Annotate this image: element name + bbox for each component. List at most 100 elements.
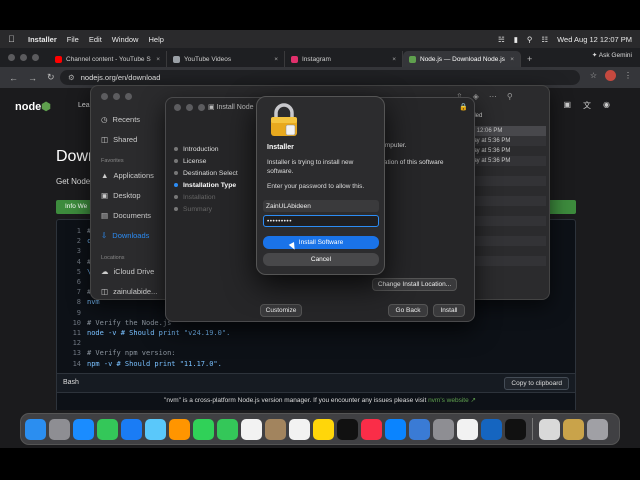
apple-icon[interactable]:  (8, 34, 20, 44)
battery-icon[interactable]: ▮ (514, 35, 518, 44)
button-label: Customize (265, 307, 297, 314)
list-item[interactable]: day at 5:36 PM (466, 156, 546, 166)
search-icon[interactable]: ⚲ (527, 35, 533, 44)
cancel-button[interactable]: Cancel (263, 253, 379, 266)
sidebar-item-desktop[interactable]: ▣ Desktop (101, 191, 141, 200)
sidebar-item-documents[interactable]: ▤ Documents (101, 211, 151, 220)
tab-youtube-studio[interactable]: Channel content - YouTube S × (49, 51, 167, 67)
step-installation: Installation (174, 191, 238, 203)
system-settings-icon[interactable] (433, 418, 454, 440)
launchpad-icon[interactable] (49, 418, 70, 440)
tab-nodejs[interactable]: Node.js — Download Node.js × (403, 51, 521, 67)
step-dot (174, 171, 178, 175)
shell-select[interactable]: Bash (63, 379, 79, 386)
nvm-website-link[interactable]: nvm's website ↗ (428, 397, 476, 404)
sidebar-item-icloud[interactable]: ☁ iCloud Drive (101, 267, 154, 276)
install-software-button[interactable]: Install Software (263, 236, 379, 249)
finder-icon[interactable] (25, 418, 46, 440)
music-icon[interactable] (361, 418, 382, 440)
mail-icon[interactable] (121, 418, 142, 440)
code-footer: Bash Copy to clipboard (56, 373, 576, 393)
list-item[interactable]: day at 5:36 PM (466, 136, 546, 146)
close-window-button[interactable] (8, 54, 15, 61)
installer-app-icon[interactable] (539, 418, 560, 440)
messages-icon[interactable] (97, 418, 118, 440)
tab-youtube-videos[interactable]: YouTube Videos × (167, 51, 285, 67)
finder-search-icon[interactable]: ⚲ (507, 92, 513, 101)
username-field[interactable]: ZainULAbideen (263, 200, 379, 212)
menubar-clock[interactable]: Wed Aug 12 12:07 PM (557, 35, 632, 44)
close-tab-icon[interactable]: × (392, 56, 396, 63)
sidebar-item-applications[interactable]: ▲ Applications (101, 171, 154, 180)
ask-gemini-button[interactable]: ✦ Ask Gemini (592, 51, 632, 59)
monitor-icon[interactable]: ▣ (563, 100, 571, 111)
zoom-window-button[interactable] (32, 54, 39, 61)
list-item[interactable]: at 12:06 PM (466, 126, 546, 136)
finder-zoom-button[interactable] (125, 93, 132, 100)
installer-close-button[interactable] (174, 104, 181, 111)
profile-avatar[interactable] (605, 70, 616, 81)
nodejs-logo[interactable]: node⬢ (15, 100, 51, 113)
capcut-icon[interactable] (505, 418, 526, 440)
app-store-icon[interactable] (385, 418, 406, 440)
go-back-button[interactable]: Go Back (388, 304, 428, 317)
nodejs-icon (409, 55, 416, 63)
code-text: npm -v # Should print "11.17.0". (87, 359, 222, 368)
nav-learn-link[interactable]: Lea (78, 102, 90, 109)
sidebar-item-downloads[interactable]: ⇩ Downloads (101, 231, 149, 240)
install-button[interactable]: Install (433, 304, 465, 317)
menu-file[interactable]: File (67, 35, 79, 44)
chrome-icon[interactable] (457, 418, 478, 440)
vpn-icon[interactable] (481, 418, 502, 440)
close-tab-icon[interactable]: × (510, 56, 514, 63)
facetime-icon[interactable] (193, 418, 214, 440)
finder-close-button[interactable] (101, 93, 108, 100)
more-menu-icon[interactable]: ⋮ (624, 71, 632, 80)
photos-icon[interactable] (169, 418, 190, 440)
translate-icon[interactable]: 文 (583, 100, 591, 111)
close-tab-icon[interactable]: × (274, 56, 278, 63)
calendar-icon[interactable] (241, 418, 262, 440)
safari-icon[interactable] (73, 418, 94, 440)
address-bar[interactable]: ⚙ nodejs.org/en/download (60, 70, 580, 85)
copy-to-clipboard-button[interactable]: Copy to clipboard (504, 377, 569, 390)
installer-zoom-button[interactable] (198, 104, 205, 111)
sidebar-item-home[interactable]: ◫ zainulabide... (101, 287, 157, 296)
notes-icon[interactable] (313, 418, 334, 440)
change-install-location-button[interactable]: Change Install Location... (372, 278, 457, 291)
back-icon[interactable]: ← (9, 73, 19, 83)
list-item[interactable]: day at 5:36 PM (466, 146, 546, 156)
maps-icon[interactable] (145, 418, 166, 440)
menu-help[interactable]: Help (148, 35, 163, 44)
menu-app[interactable]: Installer (28, 35, 57, 44)
wifi-icon[interactable]: ☵ (498, 35, 505, 44)
new-tab-icon[interactable]: + (527, 54, 532, 64)
forward-icon[interactable]: → (28, 73, 38, 83)
contacts-icon[interactable] (265, 418, 286, 440)
customize-button[interactable]: Customize (260, 304, 302, 317)
menu-window[interactable]: Window (112, 35, 139, 44)
sidebar-item-shared[interactable]: ◫ Shared (101, 135, 137, 144)
control-center-icon[interactable]: ☷ (541, 35, 548, 44)
password-field[interactable]: ••••••••• (263, 215, 379, 227)
site-info-icon[interactable]: ⚙ (68, 73, 75, 82)
minimize-window-button[interactable] (20, 54, 27, 61)
lock-icon[interactable]: 🔒 (459, 103, 468, 111)
more-icon[interactable]: ⋯ (489, 92, 497, 101)
finder-minimize-button[interactable] (113, 93, 120, 100)
phone-icon[interactable] (217, 418, 238, 440)
sidebar-item-recents[interactable]: ◷ Recents (101, 115, 140, 124)
github-icon[interactable]: ◉ (603, 100, 610, 111)
close-tab-icon[interactable]: × (156, 56, 160, 63)
preview-icon[interactable] (409, 418, 430, 440)
bookmark-star-icon[interactable]: ☆ (590, 71, 597, 80)
menu-edit[interactable]: Edit (89, 35, 102, 44)
package-icon[interactable] (563, 418, 584, 440)
reminders-icon[interactable] (289, 418, 310, 440)
tab-instagram[interactable]: Instagram × (285, 51, 403, 67)
installer-minimize-button[interactable] (186, 104, 193, 111)
nvm-footnote: "nvm" is a cross-platform Node.js versio… (0, 396, 640, 404)
tv-icon[interactable] (337, 418, 358, 440)
trash-icon[interactable] (587, 418, 608, 440)
reload-icon[interactable]: ↻ (47, 72, 57, 83)
